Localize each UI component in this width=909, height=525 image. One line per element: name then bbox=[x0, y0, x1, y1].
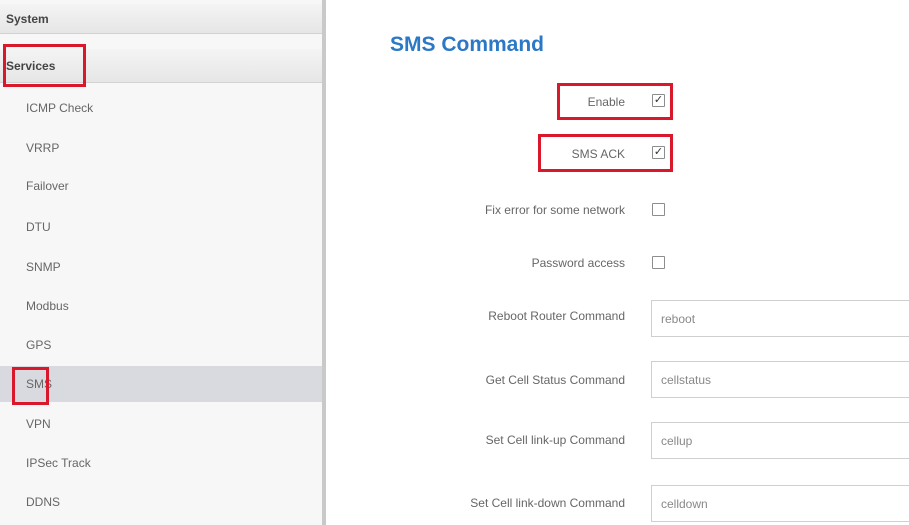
page-title: SMS Command bbox=[390, 33, 545, 56]
sidebar-item-dtu[interactable]: DTU bbox=[0, 209, 322, 245]
sidebar-item-snmp[interactable]: SNMP bbox=[0, 249, 322, 285]
fix-error-label: Fix error for some network bbox=[484, 203, 625, 217]
cell-up-command-label: Set Cell link-up Command bbox=[485, 433, 625, 447]
sidebar-item-vrrp[interactable]: VRRP bbox=[0, 130, 322, 166]
cell-down-command-input[interactable] bbox=[651, 485, 909, 522]
cell-status-command-input[interactable] bbox=[651, 361, 909, 398]
sidebar-divider[interactable] bbox=[322, 0, 326, 525]
reboot-command-input[interactable] bbox=[651, 300, 909, 337]
sidebar: System Services ICMP Check VRRP Failover… bbox=[0, 0, 322, 525]
sidebar-item-failover[interactable]: Failover bbox=[0, 168, 322, 204]
password-access-label: Password access bbox=[531, 256, 625, 270]
sms-ack-label: SMS ACK bbox=[571, 147, 625, 161]
sidebar-item-sms[interactable]: SMS bbox=[0, 366, 322, 402]
sidebar-item-ddns[interactable]: DDNS bbox=[0, 484, 322, 520]
cell-down-command-label: Set Cell link-down Command bbox=[470, 496, 625, 510]
fix-error-checkbox[interactable] bbox=[652, 203, 665, 216]
sidebar-item-gps[interactable]: GPS bbox=[0, 327, 322, 363]
sidebar-item-ipsec-track[interactable]: IPSec Track bbox=[0, 445, 322, 481]
cell-status-command-label: Get Cell Status Command bbox=[485, 373, 625, 387]
sidebar-section-services[interactable]: Services bbox=[0, 49, 322, 83]
cell-up-command-input[interactable] bbox=[651, 422, 909, 459]
sidebar-item-modbus[interactable]: Modbus bbox=[0, 288, 322, 324]
enable-label: Enable bbox=[587, 95, 625, 109]
sidebar-item-vpn[interactable]: VPN bbox=[0, 406, 322, 442]
reboot-command-label: Reboot Router Command bbox=[488, 309, 625, 323]
sms-ack-checkbox[interactable]: ✓ bbox=[652, 146, 665, 159]
sidebar-item-icmp-check[interactable]: ICMP Check bbox=[0, 90, 322, 126]
sidebar-section-system[interactable]: System bbox=[0, 4, 322, 34]
enable-checkbox[interactable]: ✓ bbox=[652, 94, 665, 107]
password-access-checkbox[interactable] bbox=[652, 256, 665, 269]
